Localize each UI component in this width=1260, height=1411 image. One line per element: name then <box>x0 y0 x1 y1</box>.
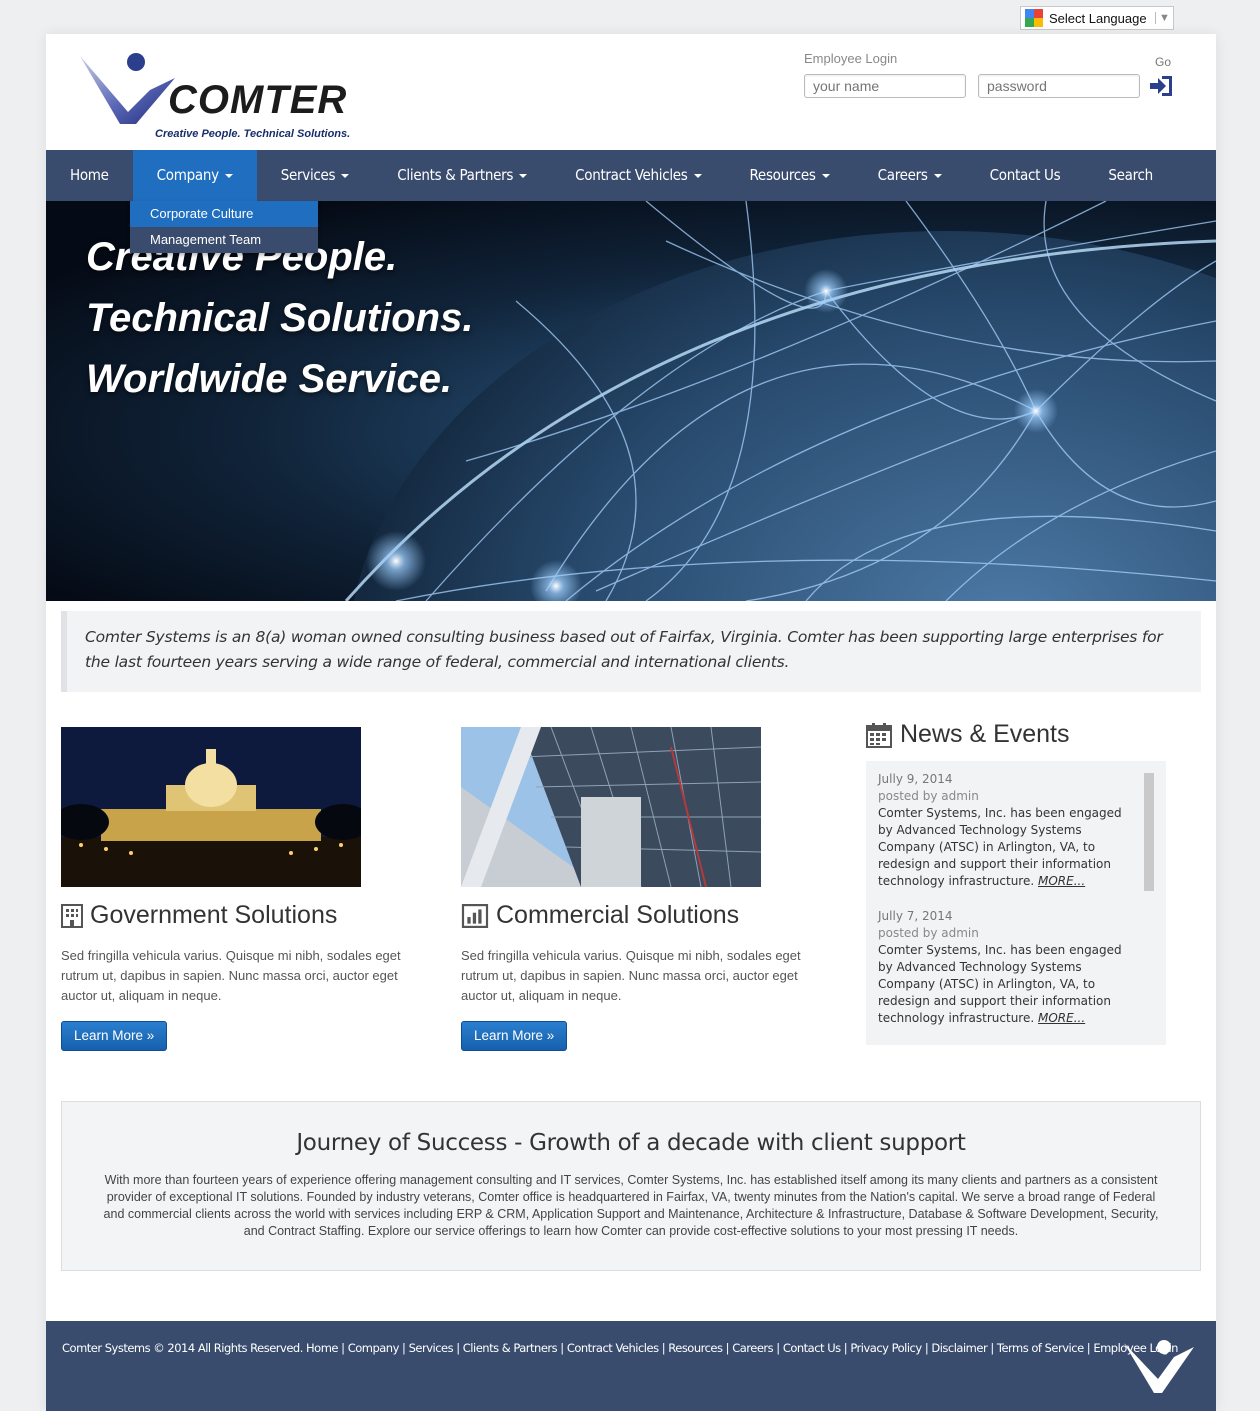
nav-home-label: Home <box>70 166 109 184</box>
caret-down-icon <box>519 173 528 178</box>
caret-down-icon <box>821 173 830 178</box>
news-item: Jully 9, 2014 posted by admin Comter Sys… <box>878 771 1128 890</box>
footer-link-resources[interactable]: Resources <box>668 1341 723 1355</box>
hero-line-2: Technical Solutions. <box>86 296 474 340</box>
footer-link-contact-us[interactable]: Contact Us <box>783 1341 841 1355</box>
nav-contact-us-label: Contact Us <box>989 166 1061 184</box>
nav-company-label: Company <box>156 166 219 184</box>
logo[interactable]: COMTER Creative People. Technical Soluti… <box>80 50 370 140</box>
government-learn-more-button[interactable]: Learn More » <box>61 1021 168 1051</box>
commercial-solutions-card: Commercial Solutions Sed fringilla vehic… <box>461 727 801 1051</box>
main-nav: Home Company Services Clients & Partners… <box>46 150 1216 201</box>
nav-careers-label: Careers <box>877 166 928 184</box>
footer-link-disclaimer[interactable]: Disclaimer <box>931 1341 987 1355</box>
office-building-image <box>461 727 761 887</box>
news-item: Jully 7, 2014 posted by admin Comter Sys… <box>878 908 1128 1027</box>
footer-link-privacy-policy[interactable]: Privacy Policy <box>850 1341 922 1355</box>
footer-link-terms-of-service[interactable]: Terms of Service <box>997 1341 1084 1355</box>
nav-resources-label: Resources <box>749 166 816 184</box>
government-solutions-title: Government Solutions <box>90 901 338 929</box>
chevron-down-icon: ▼ <box>1155 12 1173 24</box>
nav-services[interactable]: Services <box>257 150 374 201</box>
building-icon <box>61 903 83 928</box>
government-solutions-heading: Government Solutions <box>61 901 401 930</box>
company-dropdown: Corporate Culture Management Team <box>130 201 318 253</box>
news-heading: News & Events <box>866 720 1070 749</box>
google-translate-icon <box>1025 9 1043 27</box>
nav-clients-partners[interactable]: Clients & Partners <box>373 150 551 201</box>
capitol-image <box>61 727 361 887</box>
government-solutions-text: Sed fringilla vehicula varius. Quisque m… <box>61 948 401 1003</box>
nav-home[interactable]: Home <box>46 150 133 201</box>
nav-company[interactable]: Company <box>132 150 257 201</box>
dropdown-management-team[interactable]: Management Team <box>130 227 318 253</box>
username-input[interactable] <box>804 74 966 98</box>
news-list: Jully 9, 2014 posted by admin Comter Sys… <box>866 761 1166 1045</box>
hero-line-3: Worldwide Service. <box>86 357 453 401</box>
footer-link-home[interactable]: Home <box>306 1341 338 1355</box>
language-select-label: Select Language <box>1049 10 1147 26</box>
footer-link-company[interactable]: Company <box>348 1341 400 1355</box>
journey-section: Journey of Success - Growth of a decade … <box>61 1101 1201 1271</box>
page-container: COMTER Creative People. Technical Soluti… <box>46 34 1216 1411</box>
caret-down-icon <box>224 173 233 178</box>
footer-copyright: Comter Systems © 2014 All Rights Reserve… <box>62 1341 303 1355</box>
nav-contract-vehicles-label: Contract Vehicles <box>575 166 688 184</box>
logo-tagline: Creative People. Technical Solutions. <box>155 128 351 140</box>
nav-search-label: Search <box>1108 166 1153 184</box>
news-more-link[interactable]: MORE... <box>1038 1011 1085 1025</box>
news-author: posted by admin <box>878 926 979 940</box>
bar-chart-icon <box>461 903 489 928</box>
logo-wordmark: COMTER <box>168 78 348 122</box>
news-body: Comter Systems, Inc. has been engaged by… <box>878 942 1128 1027</box>
hero-banner: Creative People. Technical Solutions. Wo… <box>46 201 1216 601</box>
journey-text: With more than fourteen years of experie… <box>103 1173 1159 1238</box>
login-arrow-icon[interactable] <box>1148 74 1174 98</box>
commercial-learn-more-button[interactable]: Learn More » <box>461 1021 568 1051</box>
journey-title: Journey of Success - Growth of a decade … <box>296 1130 966 1156</box>
caret-down-icon <box>933 173 942 178</box>
news-date: Jully 7, 2014 <box>878 909 953 923</box>
news-author: posted by admin <box>878 789 979 803</box>
nav-services-label: Services <box>280 166 336 184</box>
nav-clients-partners-label: Clients & Partners <box>397 166 514 184</box>
footer-logo-mark <box>1124 1340 1194 1393</box>
nav-contract-vehicles[interactable]: Contract Vehicles <box>551 150 725 201</box>
go-label: Go <box>1155 55 1172 69</box>
footer-link-contract-vehicles[interactable]: Contract Vehicles <box>567 1341 659 1355</box>
news-more-link[interactable]: MORE... <box>1038 874 1085 888</box>
footer-link-clients-partners[interactable]: Clients & Partners <box>463 1341 558 1355</box>
nav-resources[interactable]: Resources <box>726 150 854 201</box>
language-select[interactable]: Select Language ▼ <box>1020 6 1174 30</box>
nav-contact-us[interactable]: Contact Us <box>966 150 1085 201</box>
news-date: Jully 9, 2014 <box>878 772 953 786</box>
employee-login-label: Employee Login <box>804 51 898 66</box>
news-scrollbar[interactable] <box>1144 773 1154 891</box>
footer: Comter Systems © 2014 All Rights Reserve… <box>46 1321 1216 1411</box>
password-input[interactable] <box>978 74 1140 98</box>
caret-down-icon <box>341 173 350 178</box>
footer-link-services[interactable]: Services <box>409 1341 454 1355</box>
commercial-solutions-text: Sed fringilla vehicula varius. Quisque m… <box>461 948 801 1003</box>
government-solutions-card: Government Solutions Sed fringilla vehic… <box>61 727 401 1051</box>
nav-careers[interactable]: Careers <box>854 150 966 201</box>
nav-search[interactable]: Search <box>1084 150 1177 201</box>
footer-link-careers[interactable]: Careers <box>732 1341 773 1355</box>
commercial-solutions-heading: Commercial Solutions <box>461 901 801 930</box>
news-body: Comter Systems, Inc. has been engaged by… <box>878 805 1128 890</box>
commercial-solutions-title: Commercial Solutions <box>496 901 740 929</box>
dropdown-corporate-culture[interactable]: Corporate Culture <box>130 201 318 227</box>
calendar-icon <box>866 722 892 748</box>
news-title: News & Events <box>900 720 1070 748</box>
intro-blockquote: Comter Systems is an 8(a) woman owned co… <box>61 611 1201 692</box>
caret-down-icon <box>693 173 702 178</box>
footer-links: Comter Systems © 2014 All Rights Reserve… <box>62 1341 1178 1355</box>
